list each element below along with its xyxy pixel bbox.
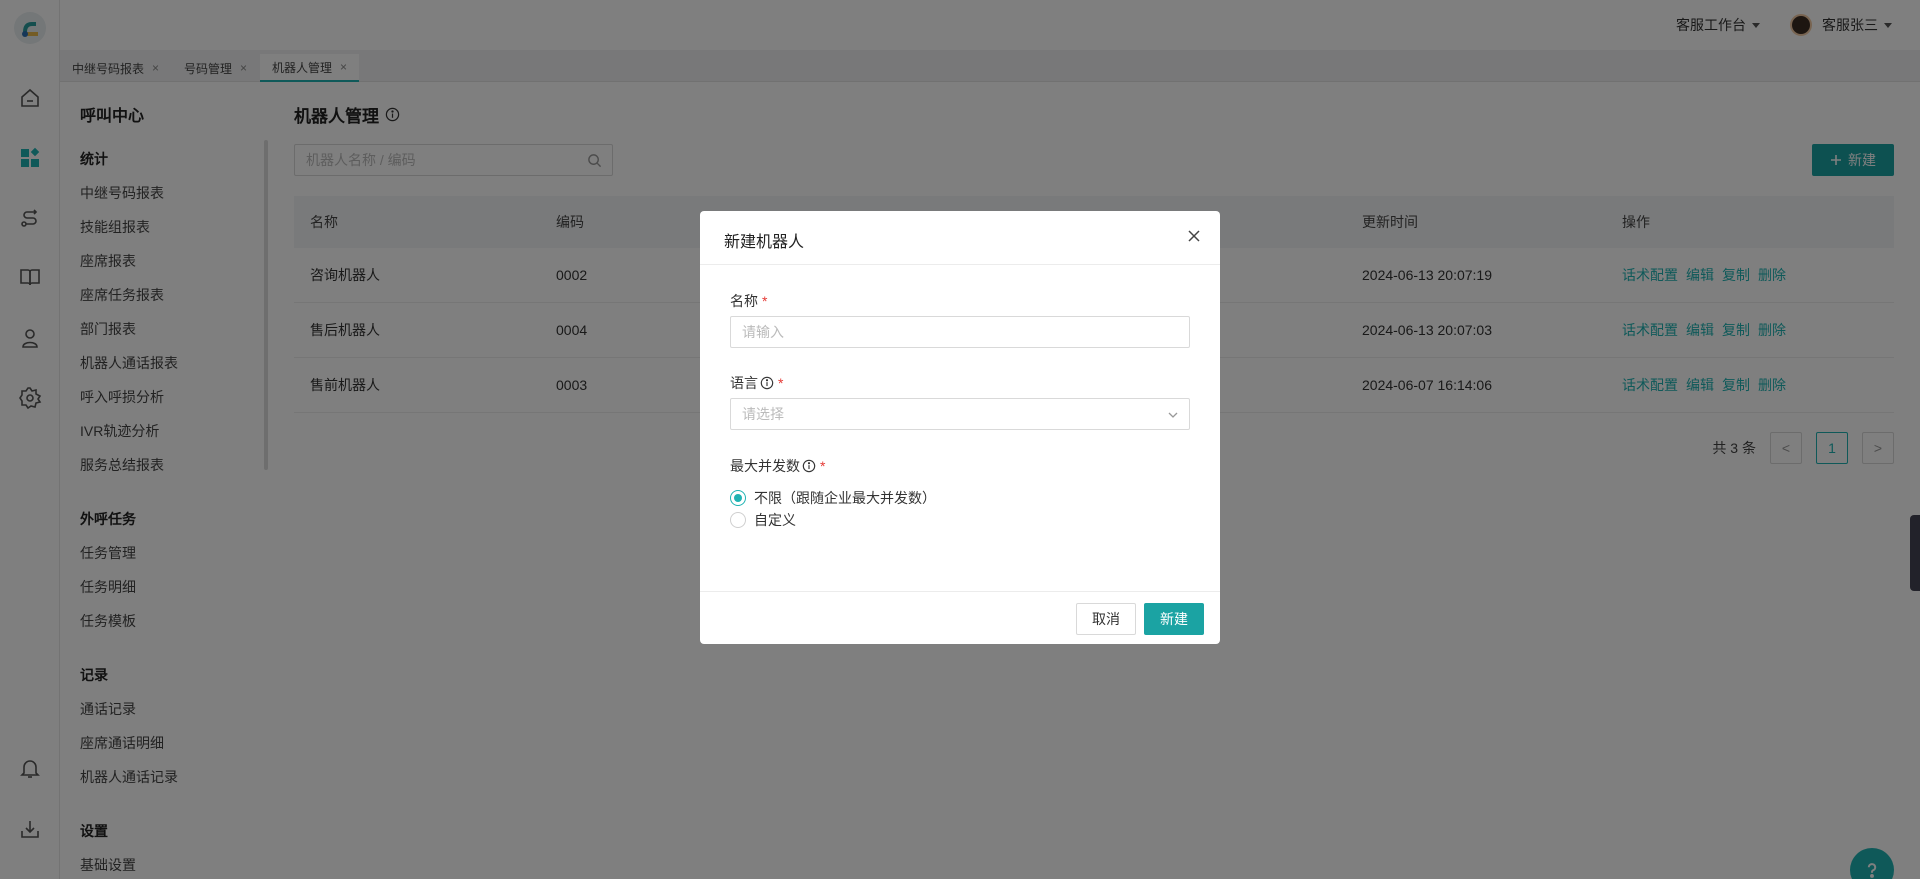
language-select-placeholder: 请选择 [742,406,784,422]
info-icon[interactable] [802,459,816,473]
close-icon[interactable] [1186,228,1202,244]
radio-custom[interactable]: 自定义 [730,510,796,530]
required-mark: * [820,458,826,474]
dialog-title: 新建机器人 [724,234,805,251]
name-label: 名称 * [730,291,767,311]
new-robot-dialog: 新建机器人 名称 * 语言 * 请选择 最大并发数 * 不限（跟随企业最大并发数… [700,211,1220,644]
dialog-header: 新建机器人 [700,211,1220,265]
cancel-button[interactable]: 取消 [1076,603,1136,635]
name-input[interactable] [731,317,1189,347]
required-mark: * [778,375,784,391]
radio-label: 不限（跟随企业最大并发数） [754,490,936,506]
dialog-footer: 取消 新建 [700,591,1220,644]
confirm-button[interactable]: 新建 [1144,603,1204,635]
language-label: 语言 * [730,373,783,393]
chevron-down-icon [1167,409,1179,421]
info-icon[interactable] [760,376,774,390]
concurrency-label: 最大并发数 * [730,456,825,476]
radio-unlimited[interactable]: 不限（跟随企业最大并发数） [730,488,936,508]
language-select[interactable]: 请选择 [730,398,1190,430]
language-label-text: 语言 [730,375,758,391]
concurrency-label-text: 最大并发数 [730,458,800,474]
name-label-text: 名称 [730,293,758,309]
required-mark: * [762,293,768,309]
radio-label: 自定义 [754,512,796,528]
radio-button-selected[interactable] [730,490,746,506]
name-field [730,316,1190,348]
radio-button[interactable] [730,512,746,528]
